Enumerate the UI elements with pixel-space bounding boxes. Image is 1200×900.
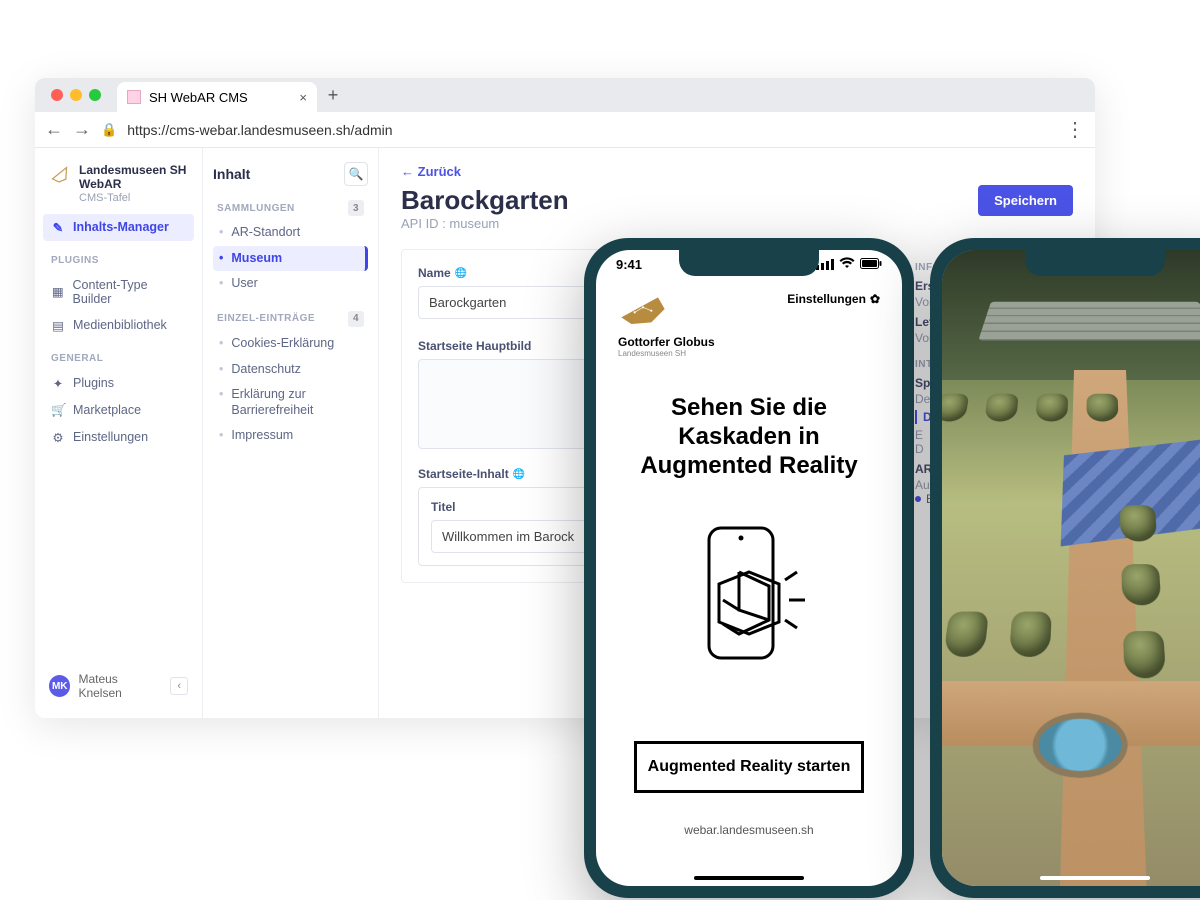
minimize-window[interactable] bbox=[70, 89, 82, 101]
nav-content-manager[interactable]: ✎ Inhalts-Manager bbox=[43, 214, 194, 241]
layout-icon: ▦ bbox=[51, 284, 65, 299]
user-name: Mateus Knelsen bbox=[78, 672, 162, 700]
ar-phone-cube-icon bbox=[679, 520, 819, 690]
nav-content-type-builder[interactable]: ▦ Content-Type Builder bbox=[43, 272, 194, 312]
app-url: webar.landesmuseen.sh bbox=[618, 823, 880, 837]
single-count: 4 bbox=[348, 311, 364, 327]
save-button[interactable]: Speichern bbox=[978, 185, 1073, 216]
org-header[interactable]: Landesmuseen SH WebAR CMS-Tafel bbox=[43, 160, 194, 214]
search-icon: 🔍 bbox=[349, 167, 364, 181]
collection-museum[interactable]: •Museum bbox=[213, 246, 368, 272]
nav-marketplace[interactable]: 🛒 Marketplace bbox=[43, 397, 194, 424]
avatar: MK bbox=[49, 675, 70, 697]
collapse-sidebar-button[interactable]: ‹ bbox=[170, 677, 188, 695]
forward-button[interactable]: → bbox=[73, 119, 91, 140]
single-impressum[interactable]: •Impressum bbox=[213, 423, 368, 449]
nav-label: Marketplace bbox=[73, 403, 141, 417]
gear-icon: ✿ bbox=[870, 292, 880, 306]
image-icon: ▤ bbox=[51, 318, 65, 333]
org-name: Landesmuseen SH WebAR bbox=[79, 164, 188, 192]
home-indicator[interactable] bbox=[694, 876, 804, 880]
maximize-window[interactable] bbox=[89, 89, 101, 101]
nav-group-plugins: PLUGINS bbox=[51, 255, 186, 266]
start-ar-button[interactable]: Augmented Reality starten bbox=[634, 741, 864, 793]
collection-ar-standort[interactable]: •AR-Standort bbox=[213, 220, 368, 246]
nav-settings[interactable]: ⚙ Einstellungen bbox=[43, 424, 194, 451]
cart-icon: 🛒 bbox=[51, 403, 65, 418]
globe-icon: 🌐 bbox=[513, 469, 525, 480]
group-collections: SAMMLUNGEN bbox=[217, 203, 295, 214]
tab-title: SH WebAR CMS bbox=[149, 90, 248, 105]
stone-stairs bbox=[978, 302, 1200, 341]
globe-icon: 🌐 bbox=[455, 268, 467, 279]
url-field[interactable]: https://cms-webar.landesmuseen.sh/admin bbox=[127, 122, 1055, 138]
phone-notch bbox=[1025, 250, 1165, 276]
nav-group-general: GENERAL bbox=[51, 353, 186, 364]
close-tab-icon[interactable]: × bbox=[299, 90, 307, 105]
status-time: 9:41 bbox=[616, 257, 642, 272]
primary-sidebar: Landesmuseen SH WebAR CMS-Tafel ✎ Inhalt… bbox=[35, 148, 203, 718]
single-datenschutz[interactable]: •Datenschutz bbox=[213, 357, 368, 383]
group-single: EINZEL-EINTRÄGE bbox=[217, 313, 315, 324]
collections-count: 3 bbox=[348, 200, 364, 216]
back-button[interactable]: ← bbox=[45, 119, 63, 140]
home-indicator[interactable] bbox=[1040, 876, 1150, 880]
favicon bbox=[127, 90, 141, 104]
wifi-icon bbox=[839, 257, 855, 272]
welcome-headline: Sehen Sie die Kaskaden in Augmented Real… bbox=[618, 394, 880, 480]
pencil-icon: ✎ bbox=[51, 220, 65, 235]
nav-label: Einstellungen bbox=[73, 430, 148, 444]
phone-notch bbox=[679, 250, 819, 276]
single-cookies[interactable]: •Cookies-Erklärung bbox=[213, 331, 368, 357]
phone-mockup-ar-view bbox=[930, 238, 1200, 898]
single-barrierefreiheit[interactable]: •Erklärung zur Barrierefreiheit bbox=[213, 382, 368, 423]
close-window[interactable] bbox=[51, 89, 63, 101]
org-sub: CMS-Tafel bbox=[79, 192, 188, 204]
user-menu[interactable]: MK Mateus Knelsen ‹ bbox=[43, 666, 194, 706]
api-id: API ID : museum bbox=[401, 216, 569, 231]
gear-icon: ⚙ bbox=[51, 430, 65, 445]
nav-label: Inhalts-Manager bbox=[73, 220, 169, 234]
browser-tab[interactable]: SH WebAR CMS × bbox=[117, 82, 317, 112]
puzzle-icon: ✦ bbox=[51, 376, 65, 391]
window-controls[interactable] bbox=[51, 89, 101, 101]
ar-camera-scene[interactable] bbox=[942, 250, 1200, 886]
browser-tabbar: SH WebAR CMS × + bbox=[35, 78, 1095, 112]
logo-subtitle: Landesmuseen SH bbox=[618, 349, 715, 358]
back-link[interactable]: ← Zurück bbox=[401, 164, 1073, 179]
settings-button[interactable]: Einstellungen ✿ bbox=[787, 292, 880, 306]
nav-label: Content-Type Builder bbox=[73, 278, 186, 306]
collection-user[interactable]: •User bbox=[213, 271, 368, 297]
battery-icon bbox=[860, 257, 882, 272]
browser-menu-icon[interactable]: ⋮ bbox=[1065, 120, 1085, 140]
nav-media-library[interactable]: ▤ Medienbibliothek bbox=[43, 312, 194, 339]
search-button[interactable]: 🔍 bbox=[344, 162, 368, 186]
nav-plugins[interactable]: ✦ Plugins bbox=[43, 370, 194, 397]
address-bar: ← → 🔒 https://cms-webar.landesmuseen.sh/… bbox=[35, 112, 1095, 148]
logo-title: Gottorfer Globus bbox=[618, 335, 715, 349]
org-logo-icon bbox=[47, 162, 74, 189]
globe-logo-icon bbox=[618, 292, 668, 326]
collection-sidebar: Inhalt 🔍 SAMMLUNGEN 3 •AR-Standort •Muse… bbox=[203, 148, 379, 718]
phone-mockup-welcome: 9:41 Gottorfer Globus Landesmuseen SH bbox=[584, 238, 914, 898]
new-tab-button[interactable]: + bbox=[325, 87, 341, 103]
nav-label: Medienbibliothek bbox=[73, 318, 167, 332]
lock-icon: 🔒 bbox=[101, 122, 117, 138]
app-logo: Gottorfer Globus Landesmuseen SH bbox=[618, 292, 715, 358]
sidebar-title: Inhalt bbox=[213, 166, 250, 182]
nav-label: Plugins bbox=[73, 376, 114, 390]
page-title: Barockgarten bbox=[401, 185, 569, 216]
